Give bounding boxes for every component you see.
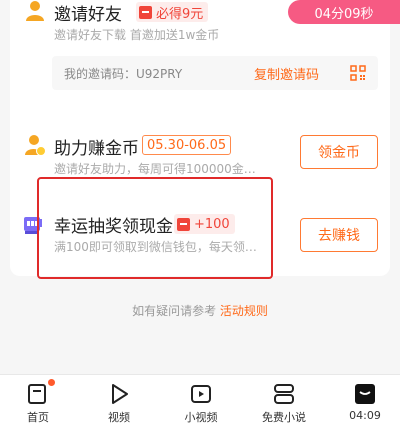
camera-icon [191, 385, 211, 403]
tab-home[interactable]: 首页 [3, 375, 73, 429]
bottom-tab-bar: 首页 视频 小视频 免费小说 04:09 [0, 374, 400, 429]
notification-dot [48, 379, 55, 386]
date-range-badge: 05.30-06.05 [142, 135, 232, 155]
task-desc-assist: 邀请好友助力，每周可得100000金… [54, 162, 256, 176]
activity-rules-link[interactable]: 活动规则 [220, 304, 268, 318]
home-icon [28, 384, 46, 404]
highlight-box [37, 177, 273, 279]
copy-invite-code-button[interactable]: 复制邀请码 [254, 64, 319, 83]
red-packet-icon [139, 5, 152, 19]
book-icon [274, 384, 294, 404]
tab-label: 04:09 [349, 409, 381, 422]
invite-code-text: 我的邀请码：U92PRY [64, 67, 183, 81]
profile-icon [355, 384, 375, 404]
help-label: 如有疑问请参考 [132, 304, 217, 318]
tab-free-novel[interactable]: 免费小说 [249, 375, 319, 429]
play-icon [112, 384, 128, 404]
tab-short-video[interactable]: 小视频 [166, 375, 236, 429]
collect-coins-button[interactable]: 领金币 [300, 135, 378, 169]
reward-badge-invite: 必得9元 [136, 2, 209, 22]
task-title-invite: 邀请好友 [54, 5, 122, 25]
coin-user-icon [25, 135, 46, 156]
tab-video[interactable]: 视频 [84, 375, 154, 429]
tab-label: 免费小说 [262, 411, 306, 424]
tab-label: 小视频 [184, 411, 218, 424]
task-desc-invite: 邀请好友下载 首邀加送1w金币 [54, 28, 220, 42]
task-title-assist: 助力赚金币 [54, 139, 139, 159]
invite-code-box: 我的邀请码：U92PRY 复制邀请码 [52, 56, 378, 90]
user-coin-icon [26, 1, 44, 21]
help-text: 如有疑问请参考 活动规则 [0, 302, 400, 319]
go-earn-button[interactable]: 去赚钱 [300, 218, 378, 252]
tab-profile[interactable]: 04:09 [330, 375, 400, 429]
tab-label: 首页 [27, 411, 49, 424]
qr-code-icon[interactable] [350, 65, 366, 81]
countdown-timer: 04分09秒 [288, 0, 400, 24]
tab-label: 视频 [108, 411, 130, 424]
reward-badge-text: 必得9元 [156, 6, 204, 22]
